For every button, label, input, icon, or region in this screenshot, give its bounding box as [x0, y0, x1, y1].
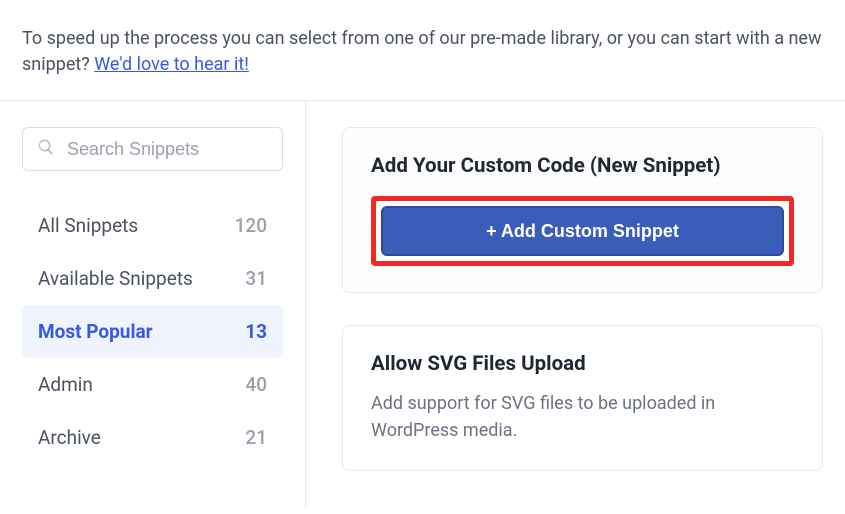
add-custom-snippet-button[interactable]: + Add Custom Snippet: [381, 206, 784, 256]
category-list: All Snippets 120 Available Snippets 31 M…: [22, 199, 283, 464]
highlight-frame: + Add Custom Snippet: [371, 196, 794, 266]
sidebar-item-admin[interactable]: Admin 40: [22, 358, 283, 411]
sidebar-item-label: Most Popular: [38, 320, 153, 343]
sidebar-item-count: 120: [235, 214, 267, 237]
snippet-card-title: Allow SVG Files Upload: [371, 352, 794, 376]
add-snippet-title: Add Your Custom Code (New Snippet): [371, 154, 794, 178]
sidebar-item-archive[interactable]: Archive 21: [22, 411, 283, 464]
snippet-card-allow-svg[interactable]: Allow SVG Files Upload Add support for S…: [342, 325, 823, 471]
sidebar-item-most-popular[interactable]: Most Popular 13: [22, 305, 283, 358]
sidebar-item-count: 40: [245, 373, 267, 396]
sidebar-item-count: 13: [245, 320, 267, 343]
add-snippet-card: Add Your Custom Code (New Snippet) + Add…: [342, 127, 823, 293]
intro-text: To speed up the process you can select f…: [0, 0, 845, 101]
main-content: Add Your Custom Code (New Snippet) + Add…: [306, 101, 845, 507]
sidebar-item-all-snippets[interactable]: All Snippets 120: [22, 199, 283, 252]
intro-link[interactable]: We'd love to hear it!: [94, 54, 249, 75]
sidebar-item-count: 31: [245, 267, 267, 290]
sidebar-item-label: Available Snippets: [38, 267, 193, 290]
sidebar-item-label: Archive: [38, 426, 101, 449]
search-icon: [37, 138, 55, 160]
sidebar: All Snippets 120 Available Snippets 31 M…: [0, 101, 306, 507]
snippet-card-description: Add support for SVG files to be uploaded…: [371, 390, 794, 444]
sidebar-item-available-snippets[interactable]: Available Snippets 31: [22, 252, 283, 305]
search-input[interactable]: [67, 139, 268, 160]
sidebar-item-count: 21: [245, 426, 267, 449]
sidebar-item-label: All Snippets: [38, 214, 138, 237]
search-box[interactable]: [22, 127, 283, 171]
sidebar-item-label: Admin: [38, 373, 93, 396]
